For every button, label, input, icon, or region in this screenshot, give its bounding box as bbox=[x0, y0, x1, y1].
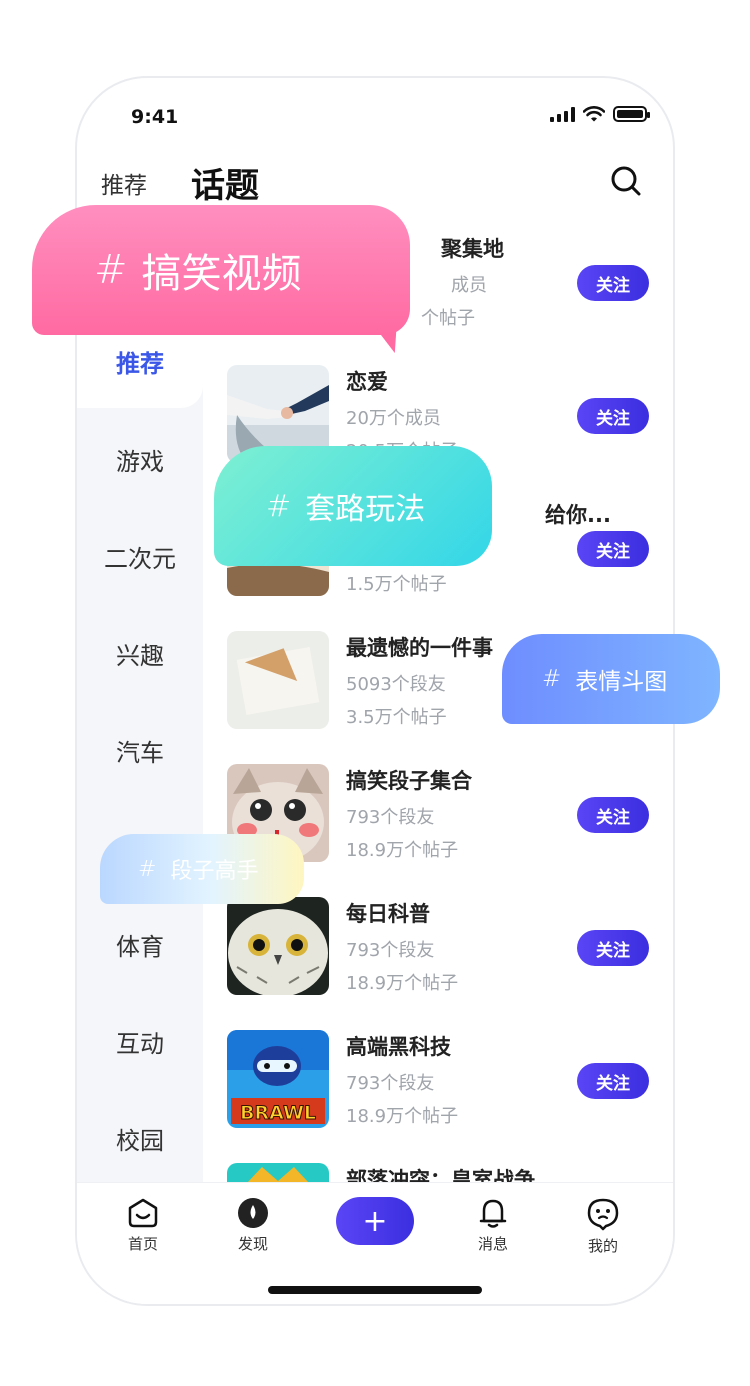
home-icon bbox=[128, 1198, 158, 1228]
topic-bubble-tricks[interactable]: # 套路玩法 bbox=[214, 446, 492, 566]
brawl-game-image: BRAWL bbox=[227, 1030, 329, 1128]
sidebar-item-interaction[interactable]: 互动 bbox=[77, 1024, 203, 1059]
topic-posts: 18.9万个帖子 bbox=[346, 973, 459, 994]
status-icons bbox=[550, 106, 650, 122]
home-indicator bbox=[268, 1286, 482, 1294]
profile-face-icon bbox=[587, 1198, 619, 1231]
hashtag-icon: # bbox=[138, 856, 157, 882]
topic-title: 聚集地 bbox=[441, 237, 504, 261]
follow-button[interactable]: 关注 bbox=[577, 531, 649, 567]
sidebar-item-games[interactable]: 游戏 bbox=[77, 442, 203, 477]
follow-button[interactable]: 关注 bbox=[577, 398, 649, 434]
topic-members: 20万个成员 bbox=[346, 408, 441, 429]
follow-button[interactable]: 关注 bbox=[577, 797, 649, 833]
sidebar-item-recommend[interactable]: 推荐 bbox=[77, 344, 203, 379]
hashtag-icon: # bbox=[94, 247, 128, 293]
wifi-icon bbox=[583, 106, 605, 122]
brawl-logo-text: BRAWL bbox=[240, 1102, 316, 1124]
topic-members: 成员 bbox=[451, 275, 487, 296]
signal-icon bbox=[550, 106, 575, 122]
topic-title: 搞笑段子集合 bbox=[346, 769, 472, 793]
envelope-image bbox=[227, 631, 329, 729]
topic-title: 高端黑科技 bbox=[346, 1035, 451, 1059]
hashtag-icon: # bbox=[266, 488, 292, 524]
topic-posts: 3.5万个帖子 bbox=[346, 707, 447, 728]
bubble-label: 搞笑视频 bbox=[141, 251, 302, 297]
sidebar-item-cars[interactable]: 汽车 bbox=[77, 733, 203, 768]
battery-icon bbox=[613, 106, 650, 122]
nav-home[interactable]: 首页 bbox=[103, 1197, 183, 1254]
sidebar-item-campus[interactable]: 校园 bbox=[77, 1121, 203, 1156]
follow-button[interactable]: 关注 bbox=[577, 930, 649, 966]
topic-members: 5093个段友 bbox=[346, 674, 446, 695]
nav-discover[interactable]: 发现 bbox=[213, 1197, 293, 1254]
bell-icon bbox=[479, 1199, 507, 1228]
list-item[interactable]: BRAWL 高端黑科技 793个段友 18.9万个帖子 关注 bbox=[227, 1030, 657, 1130]
owl-image bbox=[227, 897, 329, 995]
topic-posts: 18.9万个帖子 bbox=[346, 1106, 459, 1127]
sidebar-item-interests[interactable]: 兴趣 bbox=[77, 636, 203, 671]
topic-bubble-jokes[interactable]: # 段子高手 bbox=[100, 834, 304, 904]
bubble-label: 段子高手 bbox=[170, 859, 259, 884]
topic-posts: 个帖子 bbox=[421, 308, 475, 329]
topic-members: 793个段友 bbox=[346, 940, 435, 961]
bubble-label: 表情斗图 bbox=[575, 669, 668, 695]
sidebar-item-sports[interactable]: 体育 bbox=[77, 927, 203, 962]
topic-title: 恋爱 bbox=[346, 370, 388, 394]
topic-posts: 1.5万个帖子 bbox=[346, 574, 447, 595]
topic-members: 793个段友 bbox=[346, 1073, 435, 1094]
follow-button[interactable]: 关注 bbox=[577, 1063, 649, 1099]
bubble-label: 套路玩法 bbox=[305, 492, 426, 527]
nav-home-label: 首页 bbox=[127, 1235, 158, 1253]
add-post-button[interactable]: + bbox=[336, 1197, 414, 1245]
hashtag-icon: # bbox=[542, 666, 562, 692]
discover-icon bbox=[238, 1198, 268, 1228]
search-icon[interactable] bbox=[609, 164, 643, 198]
status-time: 9:41 bbox=[131, 106, 179, 128]
topic-title: 每日科普 bbox=[346, 902, 430, 926]
nav-mine-label: 我的 bbox=[587, 1237, 618, 1255]
topic-bubble-memes[interactable]: # 表情斗图 bbox=[502, 634, 720, 724]
sidebar-item-anime[interactable]: 二次元 bbox=[77, 539, 203, 574]
tab-recommend[interactable]: 推荐 bbox=[101, 166, 147, 200]
topic-bubble-funny-videos[interactable]: # 搞笑视频 bbox=[32, 205, 410, 335]
topic-posts: 18.9万个帖子 bbox=[346, 840, 459, 861]
nav-mine[interactable]: 我的 bbox=[563, 1197, 643, 1256]
topic-title: 给你... bbox=[545, 503, 611, 527]
tab-topic[interactable]: 话题 bbox=[191, 158, 259, 207]
topic-title: 最遗憾的一件事 bbox=[346, 636, 493, 660]
nav-messages-label: 消息 bbox=[477, 1235, 508, 1253]
nav-discover-label: 发现 bbox=[237, 1235, 268, 1253]
nav-messages[interactable]: 消息 bbox=[453, 1197, 533, 1254]
follow-button[interactable]: 关注 bbox=[577, 265, 649, 301]
topic-members: 793个段友 bbox=[346, 807, 435, 828]
list-item[interactable]: 每日科普 793个段友 18.9万个帖子 关注 bbox=[227, 897, 657, 997]
